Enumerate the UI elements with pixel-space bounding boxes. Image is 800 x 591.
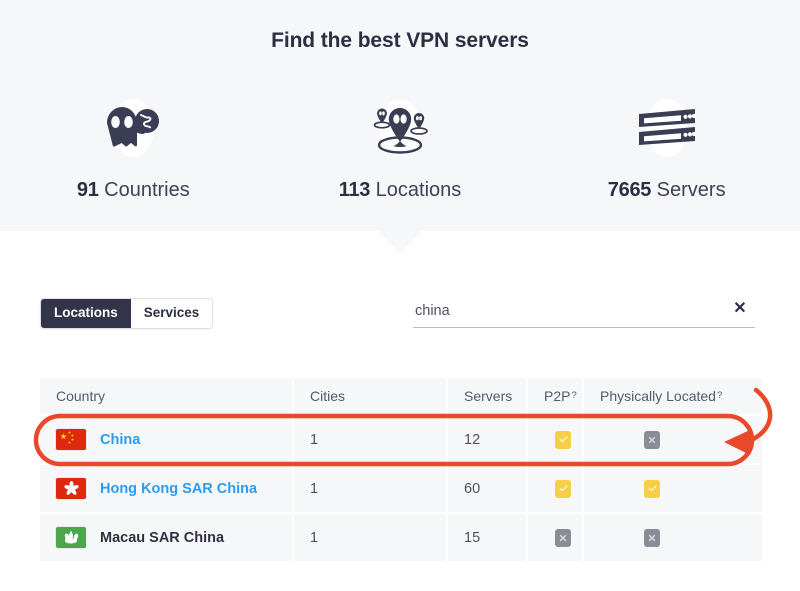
row-physically-located-cell — [584, 416, 762, 463]
stat-locations-text: Locations — [375, 179, 462, 201]
row-p2p-cell — [528, 416, 582, 463]
row-country-cell: China — [40, 416, 292, 463]
tab-locations[interactable]: Locations — [41, 299, 131, 328]
check-badge-icon — [555, 430, 571, 449]
cross-badge-icon — [555, 528, 571, 547]
stat-countries-text: Countries — [104, 179, 190, 201]
check-badge-icon — [644, 479, 660, 498]
search-box: ✕ — [413, 296, 755, 328]
row-cities-cell: 1 — [294, 514, 446, 561]
row-cities-cell: 1 — [294, 465, 446, 512]
column-header-servers: Servers — [448, 378, 526, 414]
column-header-p2p: P2P? — [528, 378, 582, 414]
table-row[interactable]: Hong Kong SAR China 1 60 — [40, 465, 762, 512]
table-row[interactable]: China 1 12 — [40, 416, 762, 463]
row-physically-located-cell — [584, 465, 762, 512]
column-header-physically-located: Physically Located? — [584, 378, 762, 414]
row-servers-cell: 15 — [448, 514, 526, 561]
server-racks-icon — [624, 96, 710, 160]
column-header-cities: Cities — [294, 378, 446, 414]
country-link[interactable]: Hong Kong SAR China — [100, 481, 257, 497]
map-pins-icon — [357, 96, 443, 160]
row-country-cell: Hong Kong SAR China — [40, 465, 292, 512]
row-p2p-cell — [528, 465, 582, 512]
table-row[interactable]: Macau SAR China 1 15 — [40, 514, 762, 561]
row-physically-located-cell — [584, 514, 762, 561]
row-servers-cell: 12 — [448, 416, 526, 463]
stat-locations-label: 113 Locations — [339, 179, 462, 202]
tab-services[interactable]: Services — [130, 299, 213, 328]
row-servers-cell: 60 — [448, 465, 526, 512]
stat-countries: 91 Countries — [0, 96, 267, 202]
page-title: Find the best VPN servers — [271, 29, 529, 52]
stat-countries-value: 91 — [76, 179, 99, 201]
row-country-cell: Macau SAR China — [40, 514, 292, 561]
stat-servers: 7665 Servers — [533, 96, 800, 202]
check-badge-icon — [555, 479, 571, 498]
stat-servers-value: 7665 — [607, 179, 652, 201]
hero-pointer-triangle — [378, 231, 422, 253]
row-cities-cell: 1 — [294, 416, 446, 463]
row-p2p-cell — [528, 514, 582, 561]
clear-search-icon[interactable]: ✕ — [730, 299, 750, 319]
column-header-country: Country — [40, 378, 292, 414]
flag-icon-china — [56, 429, 86, 450]
country-link[interactable]: China — [100, 432, 140, 448]
country-label: Macau SAR China — [100, 529, 225, 546]
stat-locations-value: 113 — [338, 179, 371, 201]
controls-bar: Locations Services ✕ — [0, 296, 800, 340]
search-input[interactable] — [413, 296, 713, 325]
stat-servers-text: Servers — [656, 179, 726, 201]
vpn-server-finder-page: Find the best VPN servers 91 Countries 1… — [0, 0, 800, 591]
locations-table: Country Cities Servers P2P? Physically L… — [40, 378, 762, 563]
stats-row: 91 Countries 113 Locations 7665 Servers — [0, 96, 800, 202]
view-tabs: Locations Services — [40, 298, 214, 329]
stat-servers-label: 7665 Servers — [608, 179, 726, 202]
cross-badge-icon — [644, 430, 660, 449]
hero-section: Find the best VPN servers 91 Countries 1… — [0, 0, 800, 231]
table-header-row: Country Cities Servers P2P? Physically L… — [40, 378, 762, 414]
flag-icon-hong-kong — [56, 478, 86, 499]
ghost-globe-icon — [90, 96, 176, 160]
cross-badge-icon — [644, 528, 660, 547]
stat-countries-label: 91 Countries — [77, 179, 190, 202]
stat-locations: 113 Locations — [267, 96, 534, 202]
flag-icon-macau — [56, 527, 86, 548]
